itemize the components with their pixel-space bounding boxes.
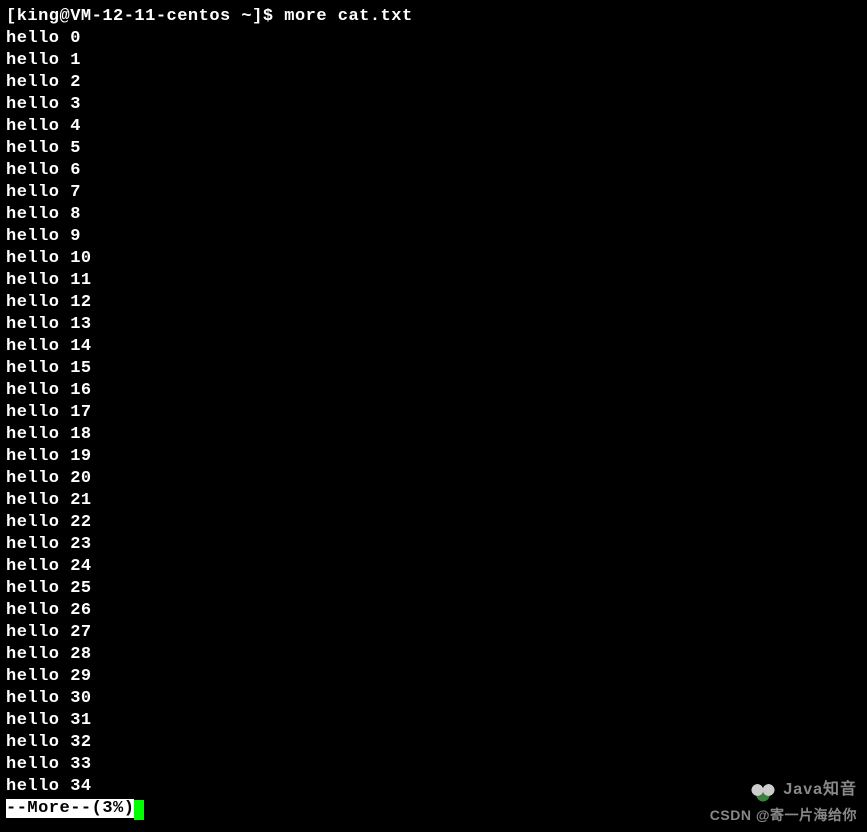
watermark-attribution: CSDN @寄一片海给你 [710, 804, 857, 826]
output-line: hello 15 [6, 358, 867, 380]
watermark-right-text: Java知音 [783, 779, 857, 801]
output-line: hello 23 [6, 534, 867, 556]
more-pager-line[interactable]: --More--(3%) [6, 798, 144, 820]
output-line: hello 10 [6, 248, 867, 270]
output-line: hello 8 [6, 204, 867, 226]
output-line: hello 34 [6, 776, 867, 798]
output-line: hello 17 [6, 402, 867, 424]
output-line: hello 0 [6, 28, 867, 50]
output-line: hello 26 [6, 600, 867, 622]
output-line: hello 28 [6, 644, 867, 666]
output-line: hello 2 [6, 72, 867, 94]
output-line: hello 6 [6, 160, 867, 182]
terminal-output: hello 0hello 1hello 2hello 3hello 4hello… [6, 28, 867, 798]
output-line: hello 5 [6, 138, 867, 160]
terminal-cursor [134, 800, 144, 820]
output-line: hello 21 [6, 490, 867, 512]
output-line: hello 24 [6, 556, 867, 578]
output-line: hello 30 [6, 688, 867, 710]
output-line: hello 33 [6, 754, 867, 776]
output-line: hello 32 [6, 732, 867, 754]
output-line: hello 12 [6, 292, 867, 314]
output-line: hello 4 [6, 116, 867, 138]
output-line: hello 1 [6, 50, 867, 72]
output-line: hello 14 [6, 336, 867, 358]
output-line: hello 22 [6, 512, 867, 534]
output-line: hello 7 [6, 182, 867, 204]
output-line: hello 19 [6, 446, 867, 468]
output-line: hello 20 [6, 468, 867, 490]
more-pager-text: --More--(3%) [6, 799, 134, 818]
output-line: hello 11 [6, 270, 867, 292]
output-line: hello 31 [6, 710, 867, 732]
output-line: hello 27 [6, 622, 867, 644]
output-line: hello 13 [6, 314, 867, 336]
output-line: hello 18 [6, 424, 867, 446]
wechat-icon [749, 778, 777, 802]
watermark-logo: Java知音 [749, 778, 857, 802]
output-line: hello 9 [6, 226, 867, 248]
output-line: hello 25 [6, 578, 867, 600]
output-line: hello 3 [6, 94, 867, 116]
command-prompt-line: [king@VM-12-11-centos ~]$ more cat.txt [6, 6, 867, 28]
output-line: hello 16 [6, 380, 867, 402]
output-line: hello 29 [6, 666, 867, 688]
